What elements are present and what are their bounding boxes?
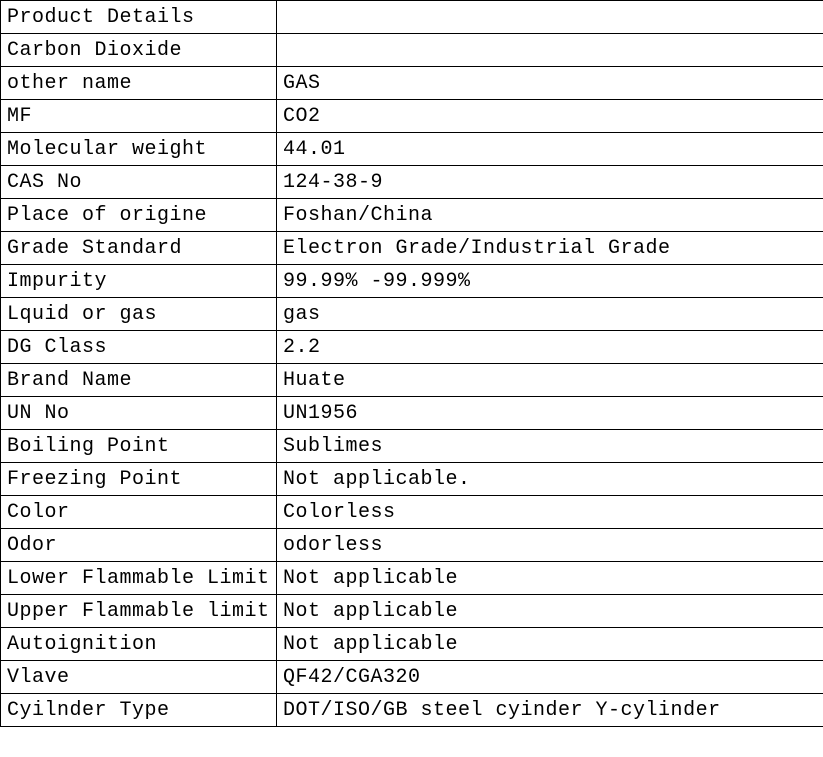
row-label: DG Class — [1, 331, 277, 364]
row-label: Lower Flammable Limit — [1, 562, 277, 595]
row-value: DOT/ISO/GB steel cyinder Y-cylinder — [277, 694, 823, 727]
table-row: CAS No124-38-9 — [1, 166, 823, 199]
row-label: Boiling Point — [1, 430, 277, 463]
row-label: Place of origine — [1, 199, 277, 232]
row-value: odorless — [277, 529, 823, 562]
table-body: Product Details Carbon Dioxide other nam… — [1, 1, 823, 727]
row-label: Odor — [1, 529, 277, 562]
product-details-table: Product Details Carbon Dioxide other nam… — [0, 0, 823, 727]
table-row: Brand NameHuate — [1, 364, 823, 397]
row-label: Autoignition — [1, 628, 277, 661]
row-value: gas — [277, 298, 823, 331]
row-label: other name — [1, 67, 277, 100]
row-value: Colorless — [277, 496, 823, 529]
table-row: Upper Flammable limitNot applicable — [1, 595, 823, 628]
row-value: Huate — [277, 364, 823, 397]
row-label: Freezing Point — [1, 463, 277, 496]
row-label: Carbon Dioxide — [1, 34, 277, 67]
row-value: Not applicable — [277, 628, 823, 661]
row-value: 44.01 — [277, 133, 823, 166]
row-value: Sublimes — [277, 430, 823, 463]
row-label: Upper Flammable limit — [1, 595, 277, 628]
table-row: AutoignitionNot applicable — [1, 628, 823, 661]
row-value: UN1956 — [277, 397, 823, 430]
row-label: Brand Name — [1, 364, 277, 397]
row-label: MF — [1, 100, 277, 133]
table-row: Impurity99.99% -99.999% — [1, 265, 823, 298]
row-label: Cyilnder Type — [1, 694, 277, 727]
table-row: UN NoUN1956 — [1, 397, 823, 430]
row-value: Not applicable. — [277, 463, 823, 496]
row-label: Impurity — [1, 265, 277, 298]
row-label: Product Details — [1, 1, 277, 34]
table-row: Molecular weight44.01 — [1, 133, 823, 166]
table-row: Lquid or gasgas — [1, 298, 823, 331]
table-row: Carbon Dioxide — [1, 34, 823, 67]
table-row: Freezing Point Not applicable. — [1, 463, 823, 496]
table-row: DG Class2.2 — [1, 331, 823, 364]
row-value — [277, 34, 823, 67]
table-row: other nameGAS — [1, 67, 823, 100]
row-value: GAS — [277, 67, 823, 100]
table-row: VlaveQF42/CGA320 — [1, 661, 823, 694]
table-row: MFCO2 — [1, 100, 823, 133]
table-row: Grade StandardElectron Grade/Industrial … — [1, 232, 823, 265]
row-value: Foshan/China — [277, 199, 823, 232]
row-label: Grade Standard — [1, 232, 277, 265]
row-label: Color — [1, 496, 277, 529]
row-value: CO2 — [277, 100, 823, 133]
row-label: Molecular weight — [1, 133, 277, 166]
table-row: Boiling Point Sublimes — [1, 430, 823, 463]
row-value — [277, 1, 823, 34]
table-row: Cyilnder TypeDOT/ISO/GB steel cyinder Y-… — [1, 694, 823, 727]
table-row: ColorColorless — [1, 496, 823, 529]
row-label: Vlave — [1, 661, 277, 694]
row-value: 99.99% -99.999% — [277, 265, 823, 298]
row-value: 2.2 — [277, 331, 823, 364]
row-value: Not applicable — [277, 562, 823, 595]
table-row: Place of origineFoshan/China — [1, 199, 823, 232]
row-value: 124-38-9 — [277, 166, 823, 199]
row-value: QF42/CGA320 — [277, 661, 823, 694]
row-label: UN No — [1, 397, 277, 430]
table-row: Lower Flammable LimitNot applicable — [1, 562, 823, 595]
row-value: Electron Grade/Industrial Grade — [277, 232, 823, 265]
row-value: Not applicable — [277, 595, 823, 628]
row-label: Lquid or gas — [1, 298, 277, 331]
table-row: Odorodorless — [1, 529, 823, 562]
row-label: CAS No — [1, 166, 277, 199]
table-row: Product Details — [1, 1, 823, 34]
